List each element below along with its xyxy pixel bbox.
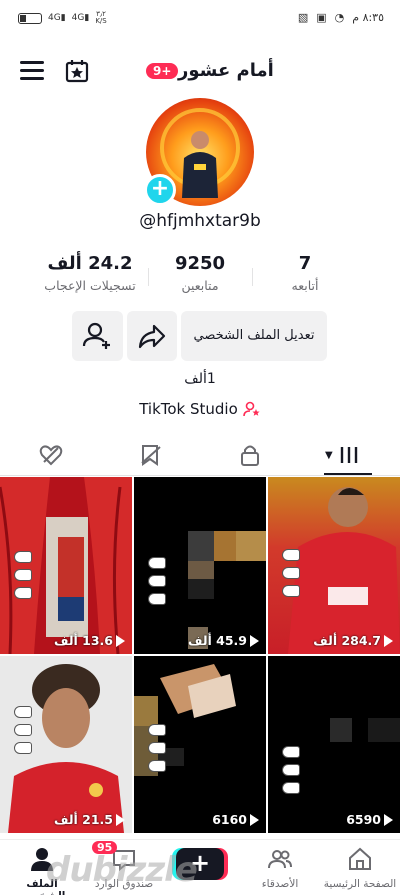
hand-emoji	[14, 724, 32, 736]
play-icon	[116, 634, 125, 647]
menu-icon[interactable]	[20, 61, 44, 81]
hand-emoji	[14, 587, 32, 599]
whatsapp-icon: ◔	[334, 11, 345, 24]
hand-emoji	[148, 760, 166, 772]
view-count: 21.5 ألف	[54, 812, 125, 827]
hand-emojis	[14, 551, 32, 599]
hand-emoji	[148, 557, 166, 569]
view-count: 6160	[212, 812, 259, 827]
active-tab-indicator	[324, 473, 372, 475]
nav-friends-label: الأصدقاء	[261, 878, 299, 890]
hand-emoji	[282, 746, 300, 758]
signal-icon: 4G▮	[48, 12, 66, 23]
hand-emoji	[282, 567, 300, 579]
video-thumbnail	[330, 718, 400, 742]
play-icon	[250, 634, 259, 647]
content-tabs: ▼	[0, 436, 400, 476]
following-count: 7	[298, 253, 312, 274]
edit-profile-button[interactable]: تعديل الملف الشخصي	[181, 311, 327, 361]
likes-label: تسجيلات الإعجاب	[44, 278, 136, 293]
nav-home-label: الصفحة الرئيسية	[323, 878, 397, 890]
video-tile[interactable]: 21.5 ألف	[0, 656, 132, 833]
following-label: أتابعه	[291, 278, 319, 293]
hand-emoji	[14, 742, 32, 754]
play-icon	[384, 813, 393, 826]
hand-emoji	[148, 724, 166, 736]
status-right: ▧ ▣ ◔ ٨:٣٥ م	[298, 11, 384, 24]
video-tile[interactable]: 6160	[134, 656, 266, 833]
avatar-person	[182, 131, 218, 198]
followers-label: متابعين	[181, 278, 219, 293]
hand-emoji	[282, 585, 300, 597]
video-tile[interactable]: 13.6 ألف	[0, 477, 132, 654]
hand-emoji	[282, 549, 300, 561]
username: @hfjmhxtar9b	[139, 211, 261, 231]
view-count: 284.7 ألف	[313, 633, 393, 648]
nav-home[interactable]: الصفحة الرئيسية	[320, 846, 400, 890]
hand-emojis	[14, 706, 32, 754]
hand-emojis	[148, 724, 166, 772]
hand-emojis	[282, 549, 300, 597]
likes-count: 24.2 ألف	[47, 253, 133, 274]
share-icon	[138, 324, 166, 349]
share-profile-button[interactable]	[127, 311, 177, 361]
tiktok-studio-link[interactable]: TikTok Studio	[0, 400, 400, 418]
user-star-icon	[242, 401, 260, 417]
chevron-down-icon[interactable]: ▼	[325, 450, 333, 461]
hand-emoji	[14, 569, 32, 581]
studio-label: TikTok Studio	[139, 400, 238, 418]
page-title[interactable]: أمام عشور	[178, 60, 274, 81]
find-friends-button[interactable]	[72, 311, 123, 361]
profile-bio: 1ألف	[184, 371, 216, 387]
view-count: 6590	[346, 812, 393, 827]
stat-following[interactable]: 7 أتابعه	[268, 253, 342, 293]
signal-icon-2: 4G▮	[71, 12, 90, 23]
sim-icon: ▣	[316, 11, 327, 24]
hand-emoji	[14, 551, 32, 563]
stat-divider	[252, 268, 253, 286]
tab-videos[interactable]	[336, 442, 362, 468]
status-left: 4G▮ 4G▮ ٣٫٢ K/S	[18, 11, 107, 25]
hand-emoji	[148, 593, 166, 605]
view-count: 13.6 ألف	[54, 633, 125, 648]
hand-emoji	[148, 575, 166, 587]
tab-favorites[interactable]	[138, 442, 164, 468]
tab-private[interactable]	[237, 442, 263, 468]
notification-badge: 9+	[146, 63, 179, 79]
stat-likes[interactable]: 24.2 ألف تسجيلات الإعجاب	[36, 253, 144, 293]
add-story-button[interactable]: +	[144, 174, 176, 206]
tab-liked[interactable]	[38, 442, 64, 468]
status-bar: 4G▮ 4G▮ ٣٫٢ K/S ▧ ▣ ◔ ٨:٣٥ م	[0, 0, 400, 36]
hand-emoji	[14, 706, 32, 718]
dubizzle-watermark: dubizzle	[46, 850, 198, 890]
calendar-star-icon[interactable]	[64, 58, 90, 84]
network-speed: ٣٫٢ K/S	[95, 10, 107, 25]
play-icon	[384, 634, 393, 647]
video-tile[interactable]: 284.7 ألف	[268, 477, 400, 654]
hand-emoji	[148, 742, 166, 754]
profile-header: 9+ أمام عشور	[0, 52, 400, 92]
hand-emoji	[282, 764, 300, 776]
followers-count: 9250	[174, 253, 226, 274]
hand-emoji	[282, 782, 300, 794]
stat-divider	[148, 268, 149, 286]
nav-friends[interactable]: الأصدقاء	[240, 846, 320, 890]
status-time: ٨:٣٥ م	[352, 11, 384, 24]
friends-icon	[268, 850, 292, 869]
home-icon	[349, 847, 371, 870]
video-tile[interactable]: 45.9 ألف	[134, 477, 266, 654]
hand-emojis	[148, 557, 166, 605]
stat-followers[interactable]: 9250 متابعين	[160, 253, 240, 293]
play-icon	[116, 813, 125, 826]
hand-emojis	[282, 746, 300, 794]
view-count: 45.9 ألف	[188, 633, 259, 648]
play-icon	[250, 813, 259, 826]
battery-icon	[18, 12, 42, 24]
add-user-icon	[82, 322, 110, 349]
video-tile[interactable]: 6590	[268, 656, 400, 833]
gallery-icon: ▧	[297, 11, 309, 24]
